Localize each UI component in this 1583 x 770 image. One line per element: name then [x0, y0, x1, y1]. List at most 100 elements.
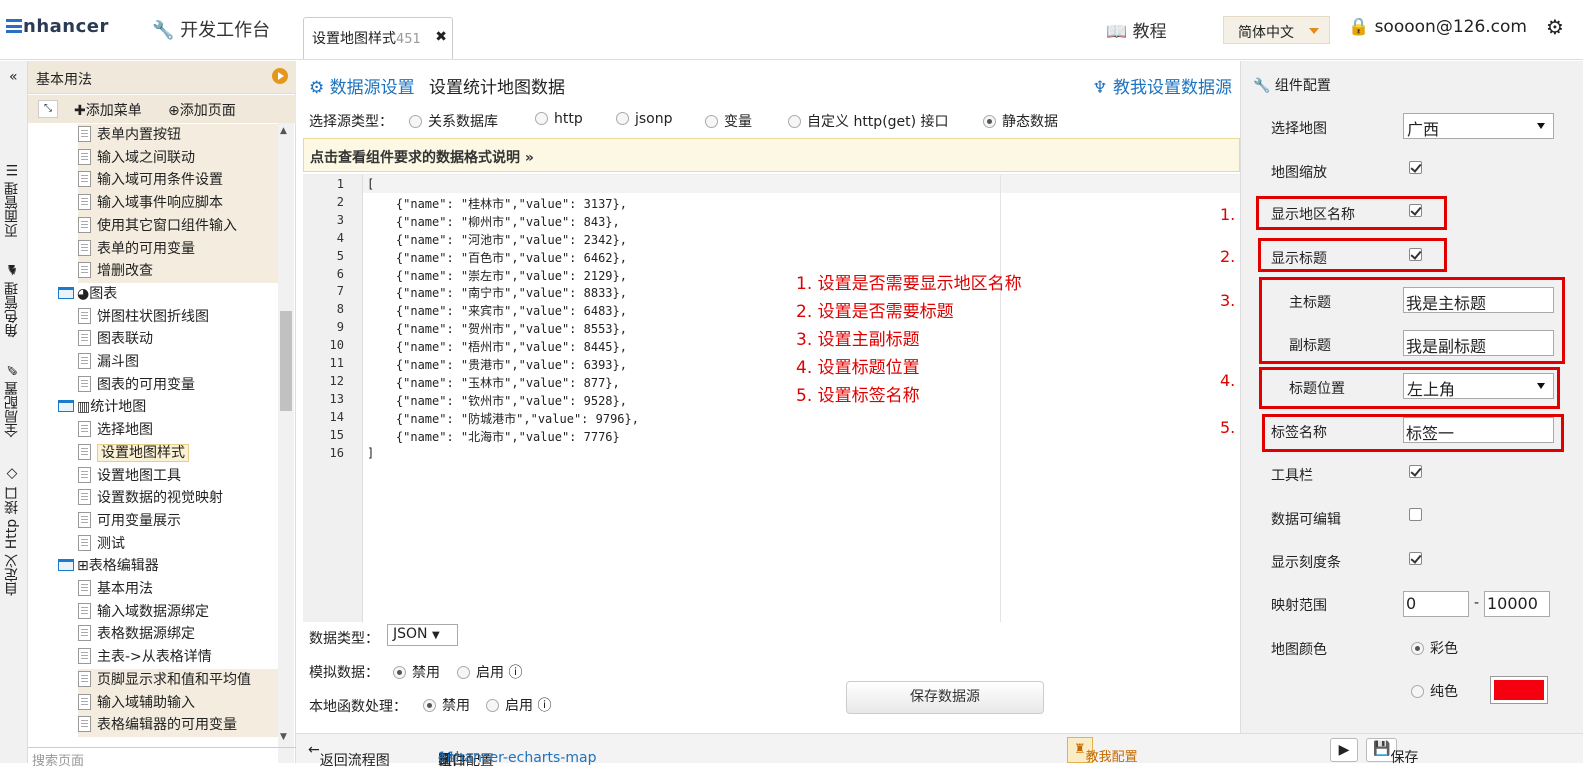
source-radio-variable[interactable]: 变量	[705, 111, 752, 131]
back-to-flow-button[interactable]: ← 返回流程图	[308, 742, 390, 769]
tree-item[interactable]: 可用变量展示	[78, 510, 278, 533]
code-line: [	[367, 177, 375, 191]
mock-disable-radio[interactable]: 禁用	[393, 662, 440, 682]
tree-item[interactable]: ◕图表	[58, 283, 278, 306]
source-radio-http[interactable]: http	[535, 111, 583, 127]
close-icon[interactable]: ✖	[435, 29, 447, 45]
color-solid-radio[interactable]: 纯色	[1411, 681, 1458, 701]
component-link[interactable]: enhancer-echarts-map	[438, 750, 597, 766]
box-number-3: 3.	[1220, 291, 1236, 310]
tree-item[interactable]: 表单的可用变量	[78, 237, 278, 261]
tree-item[interactable]: 测试	[78, 533, 278, 556]
tree-item[interactable]: 选择地图	[78, 419, 278, 442]
box-number-1: 1.	[1220, 205, 1236, 224]
source-radio-rdb[interactable]: 关系数据库	[409, 111, 498, 131]
tutorial-link[interactable]: 📖 教程	[1106, 17, 1167, 42]
vertical-tab-bar: « 页面管理 ☰ 角色管理 ♞ 全局配置 ✎ 自定义 Http 接口 ◇	[0, 61, 28, 763]
tree-item[interactable]: 表单内置按钮	[78, 124, 278, 147]
folder-icon	[58, 400, 74, 413]
page-tree-panel: 基本用法 ⤡ ✚添加菜单 ⊕添加页面 表单内置按钮输入域之间联动输入域可用条件设…	[28, 61, 296, 769]
search-input[interactable]: 搜索页面	[28, 747, 296, 769]
vtab-role-manage[interactable]: 角色管理 ♞	[2, 261, 22, 337]
data-type-select[interactable]: JSON ▼	[387, 624, 458, 646]
tree-item[interactable]: 设置数据的视觉映射	[78, 487, 278, 510]
tree-item[interactable]: 图表联动	[78, 328, 278, 351]
tab-set-map-style[interactable]: 设置地图样式451 ✖	[303, 17, 453, 59]
tree-item-label: 设置地图样式	[97, 443, 189, 462]
scroll-up-icon[interactable]: ▲	[280, 126, 287, 136]
add-menu-button[interactable]: ✚添加菜单	[74, 100, 142, 120]
collapse-icon[interactable]: «	[9, 69, 18, 85]
tree-item[interactable]: 使用其它窗口组件输入	[78, 214, 278, 238]
source-radio-jsonp[interactable]: jsonp	[616, 111, 673, 127]
help-datasource-link[interactable]: ♆ 教我设置数据源	[1092, 73, 1232, 98]
select-map-dropdown[interactable]: 广西	[1403, 113, 1554, 139]
annotation-5: 5. 设置标签名称	[796, 386, 920, 406]
range-max-input[interactable]: 10000	[1484, 591, 1550, 617]
tree-item[interactable]: 输入域可用条件设置	[78, 169, 278, 193]
tree-item[interactable]: 输入域辅助输入	[78, 691, 278, 715]
color-colorful-radio[interactable]: 彩色	[1411, 638, 1458, 658]
tree-item-label: 测试	[97, 535, 125, 552]
gear-icon[interactable]: ⚙	[1546, 15, 1564, 39]
fn-disable-radio[interactable]: 禁用	[423, 695, 470, 715]
tree-item[interactable]: 饼图柱状图折线图	[78, 306, 278, 329]
range-dash: -	[1474, 595, 1480, 611]
code-editor[interactable]: 1 2 3 4 5 6 7 8 9 10 11 12 13 14 15 16 [ {"name": "桂林市"…	[303, 174, 1240, 623]
save-datasource-button[interactable]: 保存数据源	[846, 681, 1044, 714]
local-fn-label: 本地函数处理：	[309, 699, 407, 715]
tree-item[interactable]: 增删改查	[78, 260, 278, 284]
tree-item[interactable]: 输入域数据源绑定	[78, 601, 278, 624]
vtab-page-manage[interactable]: 页面管理 ☰	[2, 161, 22, 237]
teach-config-button[interactable]: ♜ 教我配置	[1067, 737, 1138, 765]
tree-item[interactable]: 基本用法	[78, 578, 278, 601]
tree-item[interactable]: 输入域事件响应脚本	[78, 192, 278, 216]
tree-item[interactable]: 表格编辑器的可用变量	[78, 714, 278, 738]
add-page-button[interactable]: ⊕添加页面	[168, 100, 236, 120]
tree-item[interactable]: 表格数据源绑定	[78, 623, 278, 646]
play-icon[interactable]	[272, 68, 288, 84]
fn-enable-radio[interactable]: 启用 ⓘ	[486, 695, 551, 715]
collapse-tree-icon[interactable]: ⤡	[38, 100, 58, 118]
solid-color-picker[interactable]	[1490, 676, 1548, 704]
folder-icon	[58, 559, 74, 572]
print-margin	[1000, 175, 1001, 623]
language-select[interactable]: 简体中文	[1223, 16, 1330, 44]
editable-checkbox[interactable]	[1409, 508, 1422, 521]
vtab-global-config[interactable]: 全局配置 ✎	[2, 361, 22, 437]
scale-checkbox[interactable]	[1409, 552, 1422, 565]
tree-item-label: 表格编辑器的可用变量	[97, 717, 237, 734]
info-icon[interactable]: ⓘ	[508, 665, 522, 681]
vtab-http-api[interactable]: 自定义 Http 接口 ◇	[2, 466, 22, 596]
format-notice[interactable]: 点击查看组件要求的数据格式说明 »	[303, 138, 1240, 172]
radio-selected-icon	[393, 666, 406, 679]
source-radio-static[interactable]: 静态数据	[983, 111, 1058, 131]
dev-bench-link[interactable]: 🔧 开发工作台	[152, 16, 270, 42]
tree-item[interactable]: 主表->从表格详情	[78, 646, 278, 669]
info-icon[interactable]: ⓘ	[537, 698, 551, 714]
tree-item[interactable]: 图表的可用变量	[78, 374, 278, 397]
tree-item[interactable]: 页脚显示求和值和平均值	[78, 668, 278, 692]
tree-scroll-thumb[interactable]	[280, 311, 292, 411]
tree-scrollbar[interactable]	[278, 123, 294, 763]
tree-item-label: 增删改查	[97, 263, 153, 280]
tree-item[interactable]: 设置地图工具	[78, 465, 278, 488]
zoom-checkbox[interactable]	[1409, 161, 1422, 174]
tree-item[interactable]: ⊞表格编辑器	[58, 555, 278, 578]
tree-item-label: 表单的可用变量	[97, 240, 195, 257]
source-radio-custom-http[interactable]: 自定义 http(get) 接口	[788, 111, 949, 131]
tree-item[interactable]: 设置地图样式	[78, 442, 278, 465]
save-button[interactable]: 💾 保存	[1366, 738, 1418, 766]
play-button[interactable]: ▶	[1330, 738, 1358, 762]
toolbar-checkbox[interactable]	[1409, 465, 1422, 478]
mock-enable-radio[interactable]: 启用 ⓘ	[457, 662, 522, 682]
tree-item[interactable]: ▥统计地图	[58, 396, 278, 419]
line-number: 6	[336, 266, 344, 281]
range-min-input[interactable]: 0	[1403, 591, 1469, 617]
tree-item[interactable]: 输入域之间联动	[78, 146, 278, 170]
scroll-down-icon[interactable]: ▼	[280, 732, 287, 742]
user-menu[interactable]: 🔒 soooon@126.com	[1348, 17, 1527, 37]
tree-item[interactable]: 漏斗图	[78, 351, 278, 374]
app-logo[interactable]: nhancer	[6, 16, 109, 37]
tree-item-label: 输入域之间联动	[97, 149, 195, 166]
